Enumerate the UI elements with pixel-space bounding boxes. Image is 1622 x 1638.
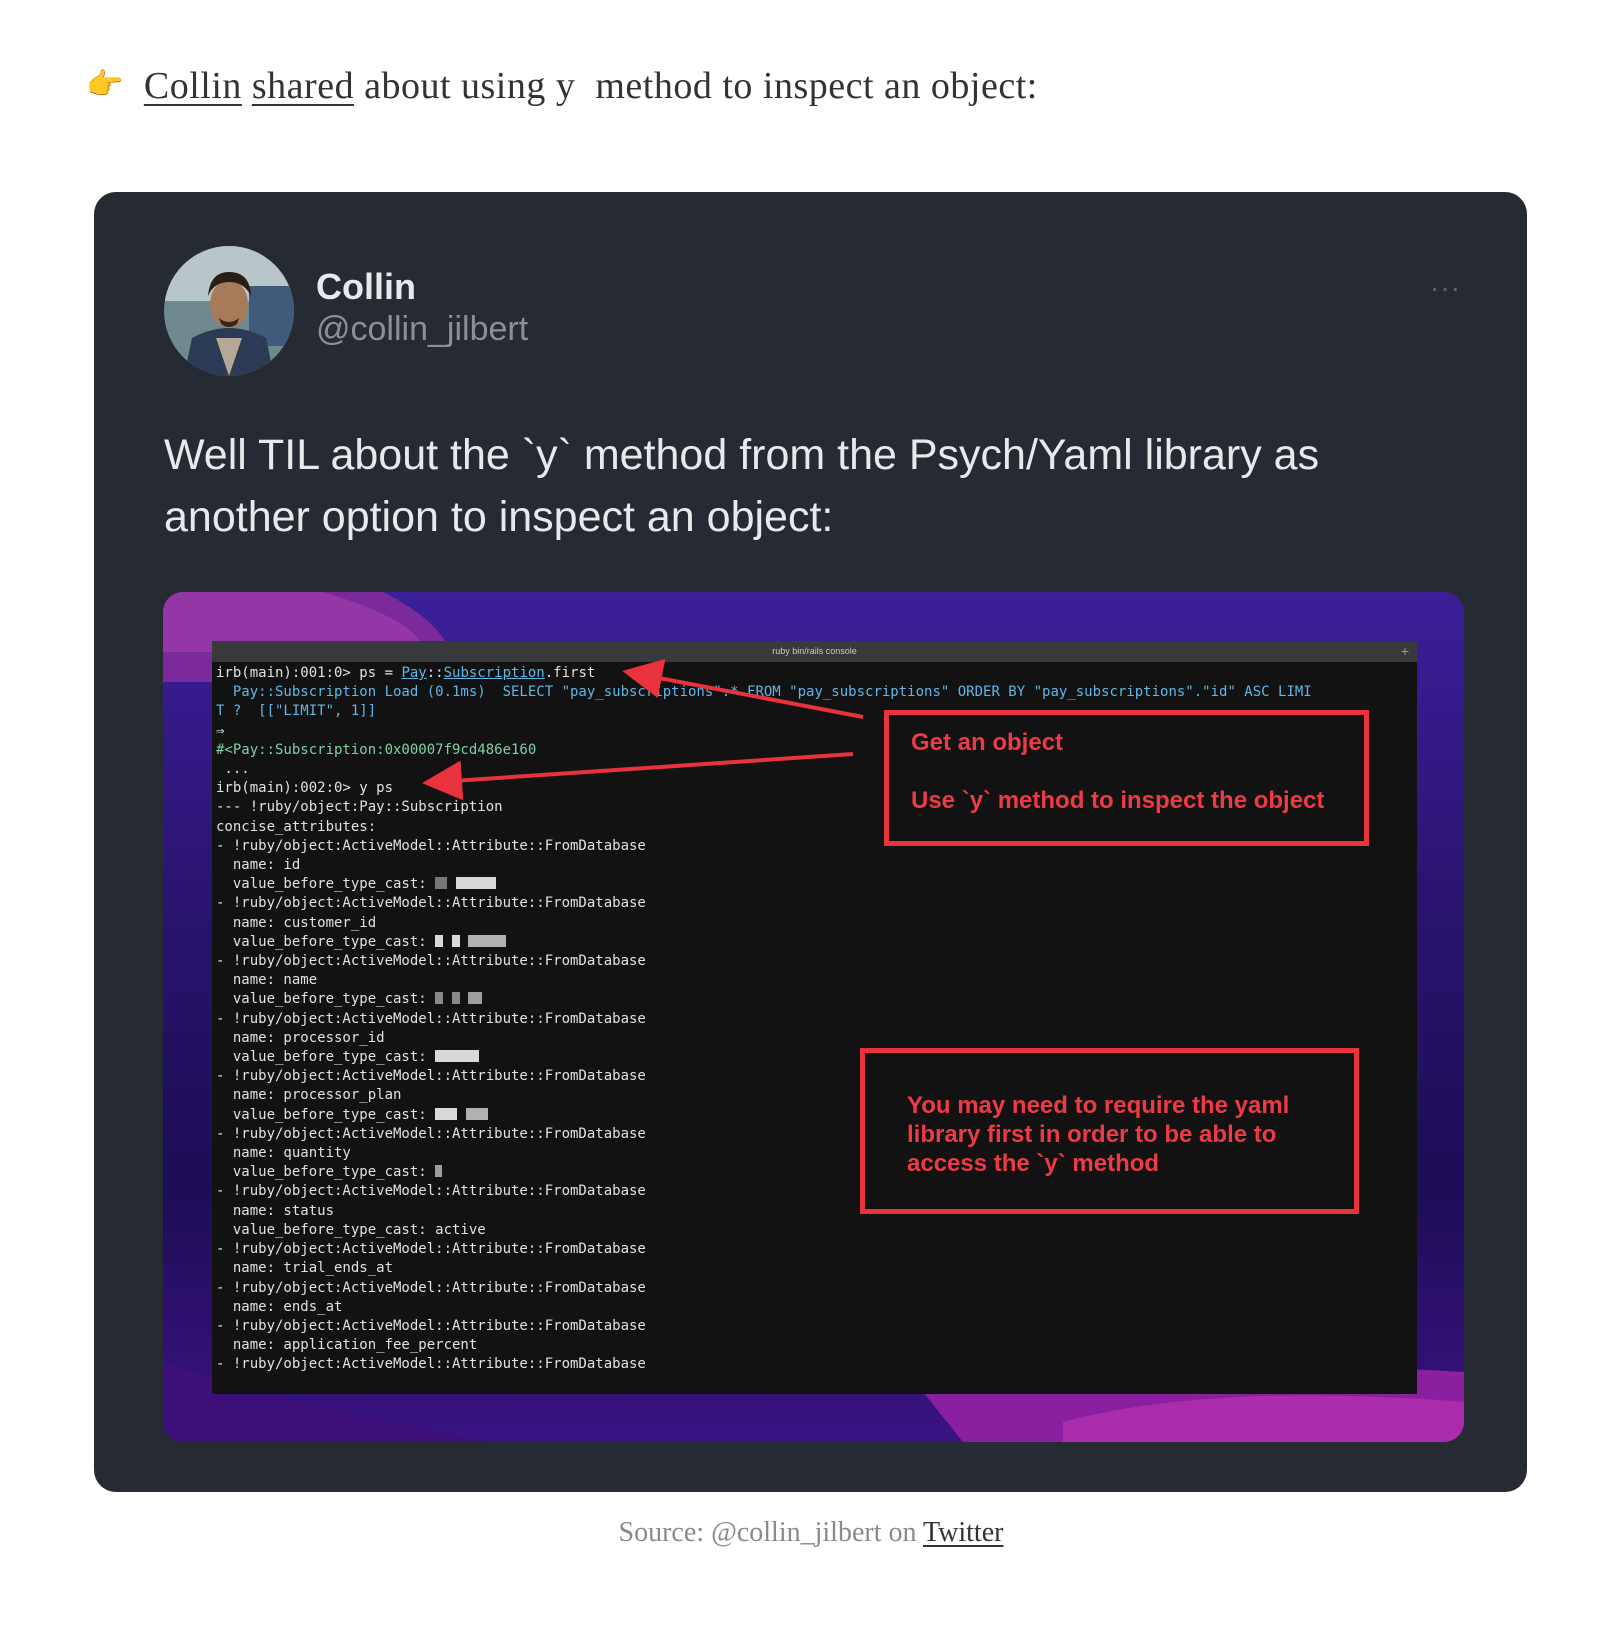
terminal-title: ruby bin/rails console: [772, 646, 857, 656]
terminal-line: ...: [216, 761, 250, 778]
terminal-line: value_before_type_cast:: [216, 1106, 436, 1123]
terminal-line: value_before_type_cast:: [216, 933, 436, 950]
terminal-line: - !ruby/object:ActiveModel::Attribute::F…: [216, 837, 646, 854]
redacted-value: [435, 1107, 458, 1120]
redacted-value: [435, 992, 444, 1005]
terminal-line: - !ruby/object:ActiveModel::Attribute::F…: [216, 953, 646, 970]
author-handle[interactable]: @collin_jilbert: [316, 310, 528, 349]
tweet-text: Well TIL about the `y` method from the P…: [164, 431, 1320, 541]
terminal-line: ⇒: [216, 722, 225, 739]
author-name[interactable]: Collin: [316, 266, 416, 308]
terminal-line: concise_attributes:: [216, 818, 377, 835]
source-caption: Source: @collin_jilbert on Twitter: [0, 1517, 1622, 1549]
pointing-right-hand-icon: 👉: [86, 68, 124, 101]
terminal-line: name: id: [216, 857, 301, 874]
terminal-line: - !ruby/object:ActiveModel::Attribute::F…: [216, 1241, 646, 1258]
terminal-line: name: trial_ends_at: [216, 1260, 394, 1277]
code-token: Pay: [401, 665, 427, 681]
terminal-line: name: status: [216, 1202, 335, 1219]
code-token: Subscription: [443, 665, 545, 681]
terminal-line: - !ruby/object:ActiveModel::Attribute::F…: [216, 1068, 646, 1085]
terminal-line: name: customer_id: [216, 914, 377, 931]
terminal-line: name: quantity: [216, 1145, 351, 1162]
redacted-value: [451, 992, 460, 1005]
annotation-text: Get an object: [911, 729, 1064, 756]
terminal-title-bar: ruby bin/rails console +: [212, 641, 1417, 662]
terminal-line: - !ruby/object:ActiveModel::Attribute::F…: [216, 1183, 646, 1200]
terminal-line: name: processor_id: [216, 1029, 385, 1046]
redacted-value: [451, 934, 460, 947]
terminal-line: - !ruby/object:ActiveModel::Attribute::F…: [216, 895, 646, 912]
redacted-value: [468, 992, 483, 1005]
redacted-value: [435, 1050, 480, 1063]
terminal-line: value_before_type_cast:: [216, 1049, 436, 1066]
code-token: .first: [544, 665, 596, 681]
intro-line: 👉 Collin shared about using y method to …: [86, 64, 1038, 108]
terminal-line: value_before_type_cast:: [216, 876, 436, 893]
terminal-line: - !ruby/object:ActiveModel::Attribute::F…: [216, 1010, 646, 1027]
new-tab-icon[interactable]: +: [1401, 641, 1409, 662]
tweet-media-image[interactable]: ruby bin/rails console + irb(main):001:0…: [163, 592, 1464, 1442]
terminal-line: value_before_type_cast:: [216, 991, 436, 1008]
terminal-line: name: name: [216, 972, 318, 989]
terminal-line: T ? [["LIMIT", 1]]: [216, 703, 377, 720]
terminal-line: Pay::Subscription Load (0.1ms) SELECT "p…: [216, 684, 1312, 701]
redacted-value: [435, 934, 444, 947]
intro-text-before: about using: [364, 65, 546, 107]
terminal-line: value_before_type_cast: active: [216, 1221, 486, 1238]
author-link[interactable]: Collin: [144, 65, 242, 107]
more-options-icon[interactable]: ···: [1430, 272, 1461, 304]
avatar[interactable]: [164, 246, 294, 376]
intro-text-after: method to inspect an object:: [595, 65, 1038, 107]
shared-link[interactable]: shared: [252, 65, 354, 107]
redacted-value: [468, 934, 507, 947]
terminal-line: name: ends_at: [216, 1298, 343, 1315]
intro-code: y: [555, 65, 576, 107]
tweet-card[interactable]: Collin @collin_jilbert ··· Well TIL abou…: [94, 192, 1527, 1492]
source-prefix: Source: @collin_jilbert on: [618, 1517, 917, 1548]
annotation-text: You may need to require the yaml library…: [907, 1092, 1290, 1177]
annotation-text: Use `y` method to inspect the object: [911, 787, 1325, 814]
terminal-line: - !ruby/object:ActiveModel::Attribute::F…: [216, 1125, 646, 1142]
annotation-box-get-object: Get an object Use `y` method to inspect …: [884, 710, 1369, 846]
redacted-value: [435, 877, 448, 890]
terminal-line: value_before_type_cast:: [216, 1164, 436, 1181]
annotation-box-require-yaml: You may need to require the yaml library…: [860, 1048, 1359, 1214]
terminal-line: - !ruby/object:ActiveModel::Attribute::F…: [216, 1317, 646, 1334]
terminal-line: name: application_fee_percent: [216, 1337, 478, 1354]
terminal-line: - !ruby/object:ActiveModel::Attribute::F…: [216, 1356, 646, 1373]
code-token: ::: [426, 665, 444, 681]
redacted-value: [455, 877, 496, 890]
terminal-line: irb(main):001:0> ps =: [216, 665, 402, 681]
redacted-value: [465, 1107, 488, 1120]
terminal-line: irb(main):002:0> y ps: [216, 780, 394, 797]
twitter-link[interactable]: Twitter: [923, 1517, 1003, 1548]
terminal-line: - !ruby/object:ActiveModel::Attribute::F…: [216, 1279, 646, 1296]
terminal-line: #<Pay::Subscription:0x00007f9cd486e160: [216, 741, 537, 758]
redacted-value: [435, 1165, 443, 1178]
terminal-line: --- !ruby/object:Pay::Subscription: [216, 799, 503, 816]
terminal-line: name: processor_plan: [216, 1087, 402, 1104]
